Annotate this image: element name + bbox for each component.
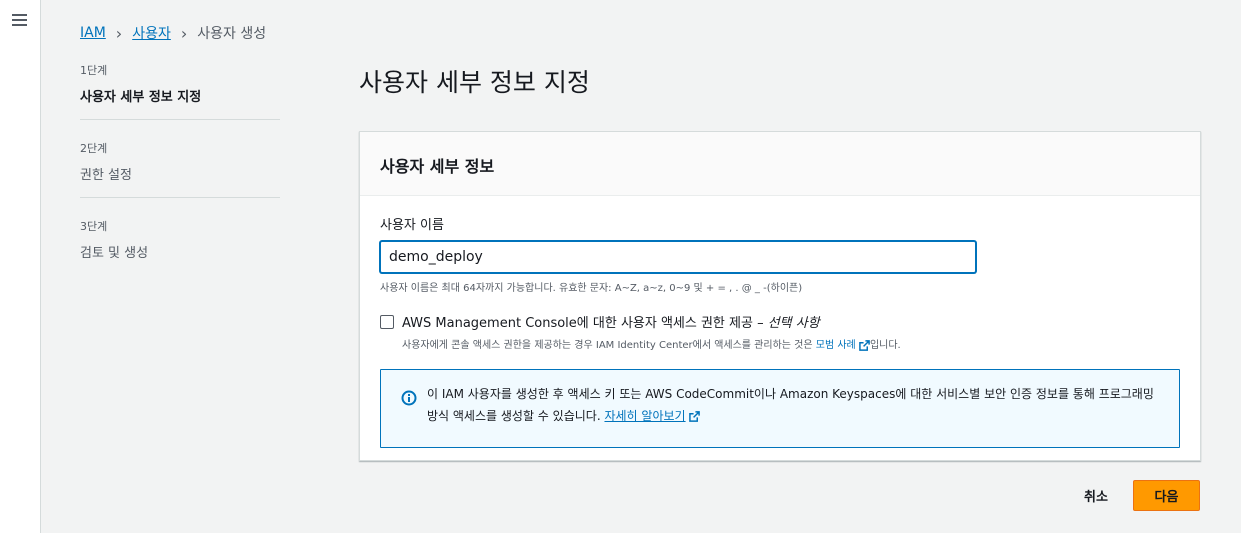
wizard-step-1: 1단계 사용자 세부 정보 지정 [80, 62, 280, 120]
main-content: IAM › 사용자 › 사용자 생성 1단계 사용자 세부 정보 지정 2단계 … [41, 0, 1241, 533]
step-number: 1단계 [80, 64, 108, 77]
panel-body: 사용자 이름 사용자 이름은 최대 64자까지 가능합니다. 유효한 문자: A… [360, 196, 1200, 466]
wizard-steps: 1단계 사용자 세부 정보 지정 2단계 권한 설정 3단계 검토 및 생성 [80, 62, 280, 295]
cancel-button[interactable]: 취소 [1071, 480, 1121, 510]
console-access-description: 사용자에게 콘솔 액세스 권한을 제공하는 경우 IAM Identity Ce… [402, 339, 901, 351]
step-number: 2단계 [80, 142, 108, 155]
page-title: 사용자 세부 정보 지정 [359, 68, 590, 97]
wizard-step-3: 3단계 검토 및 생성 [80, 218, 280, 275]
best-practice-link[interactable]: 모범 사례 [816, 339, 870, 351]
username-hint: 사용자 이름은 최대 64자까지 가능합니다. 유효한 문자: A~Z, a~z… [380, 283, 803, 294]
chevron-right-icon: › [115, 23, 123, 43]
username-label: 사용자 이름 [380, 218, 444, 233]
user-details-panel: 사용자 세부 정보 사용자 이름 사용자 이름은 최대 64자까지 가능합니다.… [359, 131, 1201, 461]
breadcrumb-iam[interactable]: IAM [80, 25, 106, 41]
next-button[interactable]: 다음 [1133, 480, 1200, 511]
external-link-icon [689, 411, 701, 422]
breadcrumb: IAM › 사용자 › 사용자 생성 [80, 23, 266, 43]
menu-icon[interactable] [12, 14, 27, 27]
info-alert: 이 IAM 사용자를 생성한 후 액세스 키 또는 AWS CodeCommit… [380, 369, 1180, 448]
wizard-step-2: 2단계 권한 설정 [80, 140, 280, 198]
username-input[interactable] [380, 241, 976, 273]
step-number: 3단계 [80, 220, 108, 233]
step-title: 사용자 세부 정보 지정 [80, 90, 202, 105]
info-icon [401, 390, 417, 406]
console-access-checkbox[interactable] [380, 315, 394, 329]
optional-label: 선택 사항 [767, 316, 820, 331]
console-access-row: AWS Management Console에 대한 사용자 액세스 권한 제공… [380, 312, 1180, 351]
step-title: 검토 및 생성 [80, 246, 149, 261]
side-rail [0, 0, 41, 533]
breadcrumb-users[interactable]: 사용자 [132, 23, 171, 43]
breadcrumb-current: 사용자 생성 [197, 26, 267, 42]
console-access-label: AWS Management Console에 대한 사용자 액세스 권한 제공… [402, 316, 820, 331]
chevron-right-icon: › [180, 23, 188, 43]
learn-more-link[interactable]: 자세히 알아보기 [604, 409, 685, 423]
panel-header: 사용자 세부 정보 [360, 132, 1200, 196]
step-title: 권한 설정 [80, 168, 132, 183]
external-link-icon [859, 339, 870, 351]
info-text: 이 IAM 사용자를 생성한 후 액세스 키 또는 AWS CodeCommit… [427, 387, 1154, 423]
